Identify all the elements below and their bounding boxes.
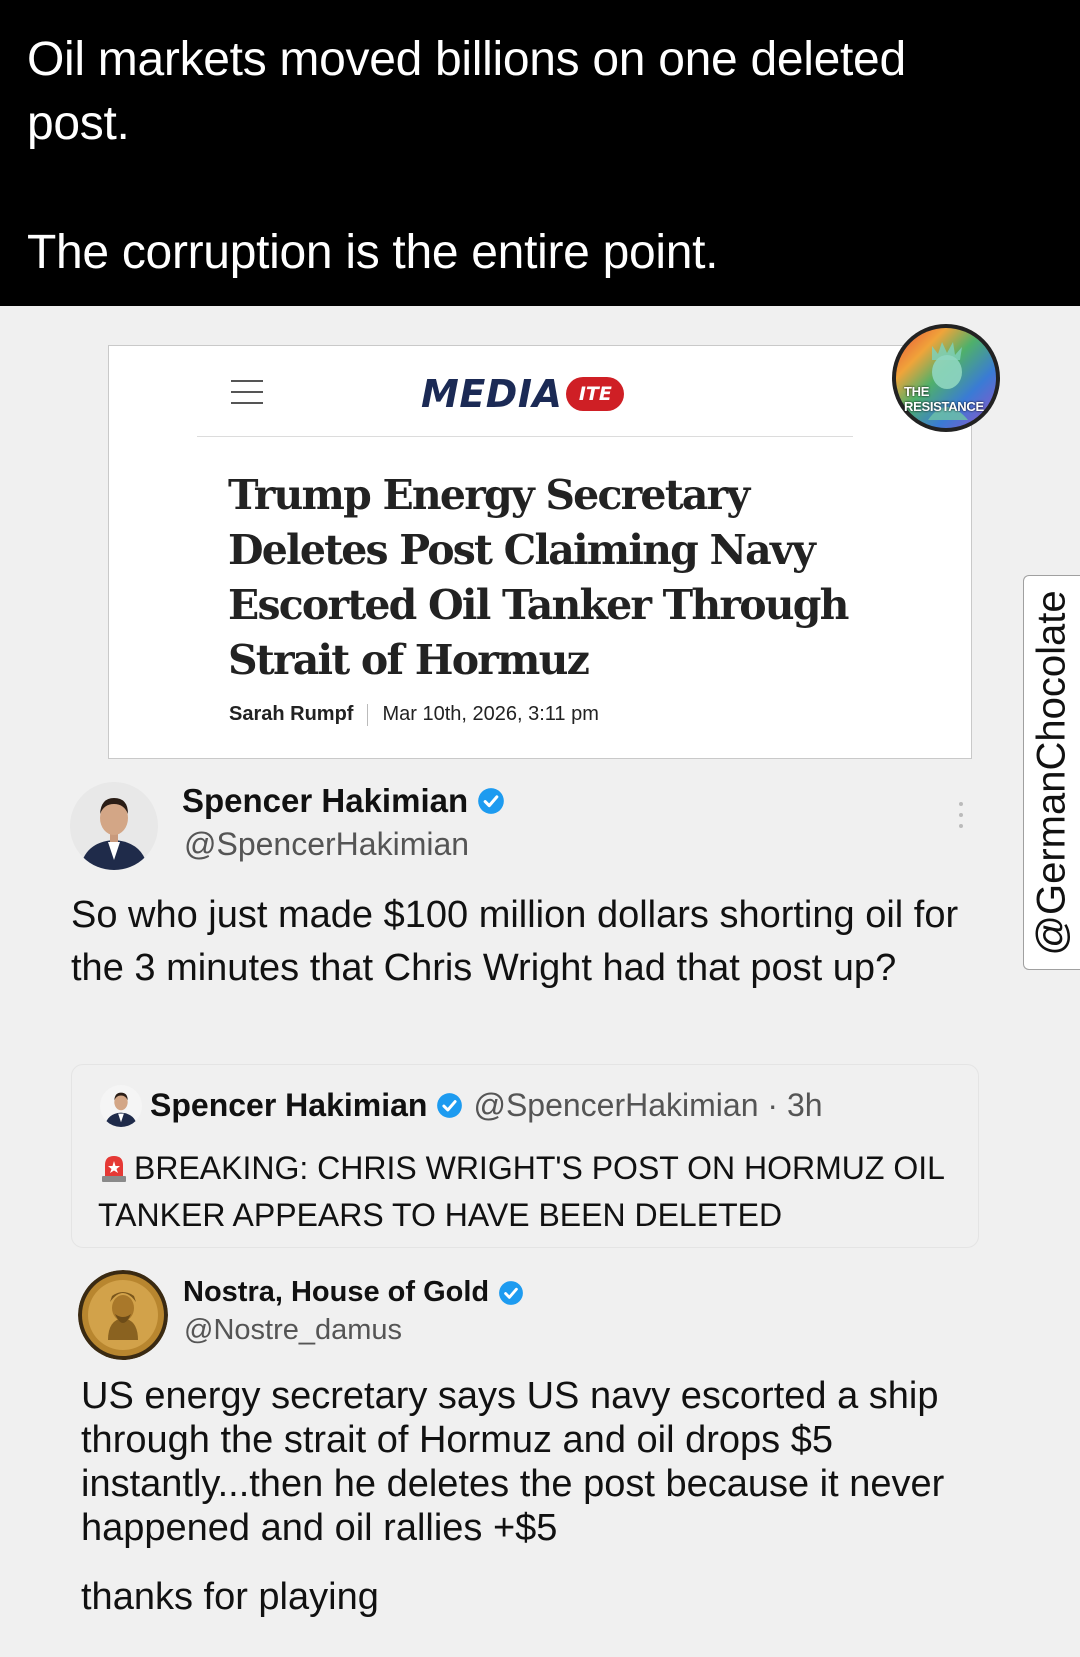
quoted-author-name[interactable]: Spencer Hakimian	[150, 1087, 427, 1124]
logo-badge: ITE	[566, 377, 625, 411]
caption-line-2: post.	[27, 97, 130, 150]
mediaite-logo[interactable]: MEDIA ITE	[421, 372, 625, 416]
siren-emoji-icon	[102, 1156, 126, 1182]
verified-icon	[478, 788, 504, 814]
watermark-text: @GermanChocolate	[1029, 590, 1074, 956]
watermark: @GermanChocolate	[1023, 575, 1080, 970]
tweet-text-footer: thanks for playing	[81, 1576, 379, 1618]
publish-date: Mar 10th, 2026, 3:11 pm	[382, 703, 599, 725]
byline: Sarah Rumpf Mar 10th, 2026, 3:11 pm	[229, 703, 599, 726]
tweet-author-handle[interactable]: @Nostre_damus	[184, 1314, 402, 1347]
author-name[interactable]: Sarah Rumpf	[229, 703, 353, 726]
header-divider	[197, 436, 853, 437]
caption-banner: Oil markets moved billions on one delete…	[0, 0, 1080, 306]
profile-photo-icon	[70, 782, 158, 870]
tweet-author-name[interactable]: Spencer Hakimian	[182, 782, 505, 820]
tweet-author-name[interactable]: Nostra, House of Gold	[183, 1276, 524, 1309]
more-options-icon[interactable]	[958, 800, 964, 830]
tweet-text: So who just made $100 million dollars sh…	[71, 894, 959, 989]
byline-separator	[367, 703, 369, 726]
article-headline[interactable]: Trump Energy Secretary Deletes Post Clai…	[228, 468, 868, 688]
profile-photo-icon	[100, 1085, 142, 1127]
resistance-text: THE RESISTANCE	[904, 384, 984, 414]
verified-icon	[437, 1093, 463, 1118]
menu-icon[interactable]	[231, 378, 263, 406]
quoted-tweet-header: Spencer Hakimian @SpencerHakimian · 3h	[150, 1087, 823, 1124]
caption-line-1: Oil markets moved billions on one delete…	[27, 33, 906, 86]
gold-coin-profile-icon	[78, 1270, 168, 1360]
quoted-tweet-text: BREAKING: CHRIS WRIGHT'S POST ON HORMUZ …	[98, 1150, 944, 1233]
caption-line-3: The corruption is the entire point.	[27, 226, 719, 279]
resistance-badge: THE RESISTANCE	[892, 324, 1000, 432]
avatar[interactable]	[78, 1270, 168, 1360]
statue-of-liberty-icon	[892, 324, 1000, 432]
tweet-text: US energy secretary says US navy escorte…	[81, 1375, 945, 1549]
quoted-tweet[interactable]: Spencer Hakimian @SpencerHakimian · 3h B…	[71, 1064, 979, 1248]
tweet-author-handle[interactable]: @SpencerHakimian	[184, 826, 469, 863]
logo-word: MEDIA	[421, 372, 563, 416]
avatar[interactable]	[70, 782, 158, 870]
avatar[interactable]	[100, 1085, 142, 1127]
article-card: MEDIA ITE Trump Energy Secretary Deletes…	[108, 345, 972, 759]
verified-icon	[499, 1280, 524, 1305]
quoted-author-handle-time[interactable]: @SpencerHakimian · 3h	[473, 1087, 822, 1124]
